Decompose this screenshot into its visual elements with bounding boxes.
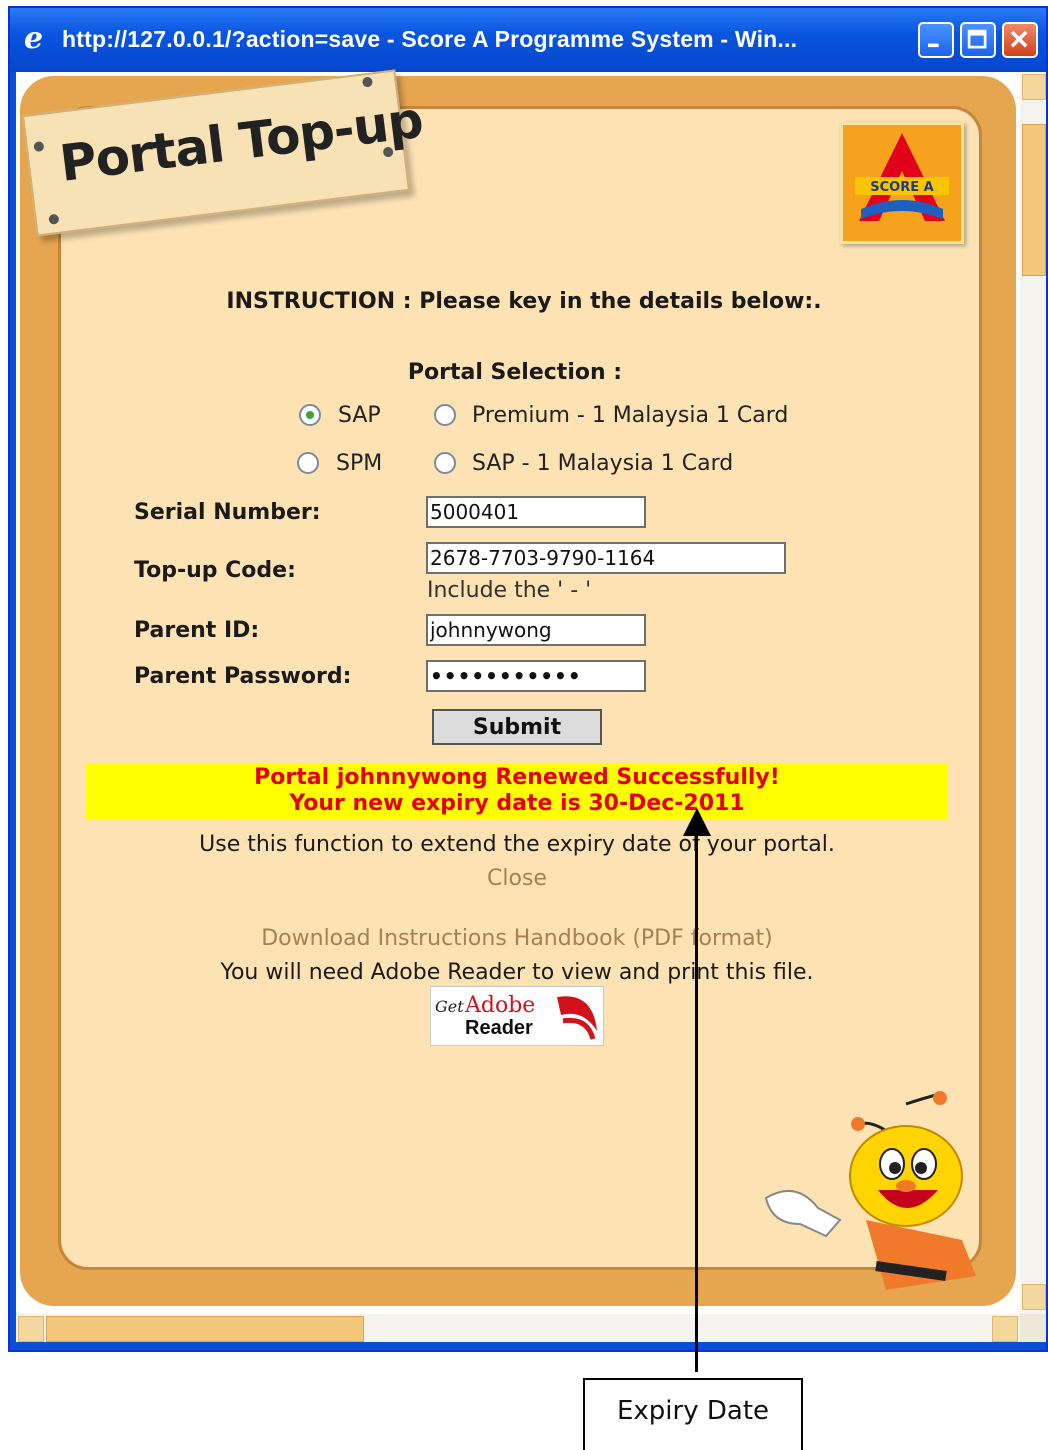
horizontal-scroll-thumb[interactable] [46,1316,364,1342]
download-handbook-link[interactable]: Download Instructions Handbook (PDF form… [0,926,1034,951]
annotation-arrow-line [695,832,698,1372]
vertical-scrollbar[interactable] [1020,72,1046,1314]
close-button[interactable] [1002,22,1038,58]
radio-spm[interactable] [297,452,319,474]
scroll-left-button[interactable] [18,1316,44,1342]
vertical-scroll-thumb[interactable] [1022,124,1046,276]
instruction-text: INSTRUCTION : Please key in the details … [226,289,822,314]
topup-code-label: Top-up Code: [134,558,296,583]
maximize-icon [967,29,987,49]
annotation-label: Expiry Date [616,1396,770,1426]
submit-button[interactable]: Submit [432,709,602,745]
minimize-icon [928,43,939,48]
title-bar[interactable]: e http://127.0.0.1/?action=save - Score … [10,8,1046,72]
serial-number-field[interactable] [426,496,646,528]
parent-password-label: Parent Password: [134,664,352,689]
close-icon [1010,30,1028,48]
bee-mascot [764,1091,976,1290]
adobe-note: You will need Adobe Reader to view and p… [220,960,814,985]
adobe-reader-text: Reader [465,1017,533,1039]
logo-text: SCORE A [870,180,933,195]
topup-code-field[interactable] [426,542,786,574]
adobe-reader-icon [557,996,597,1040]
extend-description: Use this function to extend the expiry d… [199,832,835,857]
nail-icon [48,213,60,225]
parent-password-field[interactable] [426,660,646,692]
horizontal-scrollbar[interactable] [16,1314,1020,1342]
success-line-1: Portal johnnywong Renewed Successfully! [254,765,780,790]
score-a-logo-graphic: SCORE A [855,133,949,221]
maximize-button[interactable] [960,22,996,58]
get-adobe-reader-badge[interactable]: Get Adobe Reader [430,986,604,1046]
portal-selection-label: Portal Selection : [407,360,623,385]
serial-number-label: Serial Number: [134,500,321,525]
minimize-button[interactable] [918,22,954,58]
ie-icon: e [24,21,44,56]
radio-premium-1malaysia-label[interactable]: Premium - 1 Malaysia 1 Card [472,403,788,428]
adobe-brand-text: Adobe [465,993,536,1018]
scroll-right-button[interactable] [992,1316,1018,1342]
radio-premium-1malaysia[interactable] [434,404,456,426]
page-title: Portal Top-up [56,90,426,193]
close-link[interactable]: Close [0,866,1034,891]
nail-icon [361,76,374,88]
scroll-corner [1020,1314,1046,1342]
radio-sap-label[interactable]: SAP [338,403,381,428]
scroll-down-button[interactable] [1022,1284,1046,1310]
parent-id-field[interactable] [426,614,646,646]
adobe-get-text: Get [435,997,464,1016]
scroll-up-button[interactable] [1022,74,1046,100]
nail-icon [33,140,45,153]
parent-id-label: Parent ID: [134,618,260,643]
topup-hint: Include the ' - ' [427,578,592,603]
radio-sap[interactable] [299,404,321,426]
window-title: http://127.0.0.1/?action=save - Score A … [62,26,798,52]
score-a-logo: SCORE A [840,122,964,244]
success-line-2: Your new expiry date is 30-Dec-2011 [289,791,745,816]
success-banner: Portal johnnywong Renewed Successfully! … [86,763,948,819]
radio-spm-label[interactable]: SPM [336,451,382,476]
radio-sap-1malaysia-label[interactable]: SAP - 1 Malaysia 1 Card [472,451,733,476]
annotation-callout: Expiry Date [583,1378,803,1450]
radio-sap-1malaysia[interactable] [434,452,456,474]
